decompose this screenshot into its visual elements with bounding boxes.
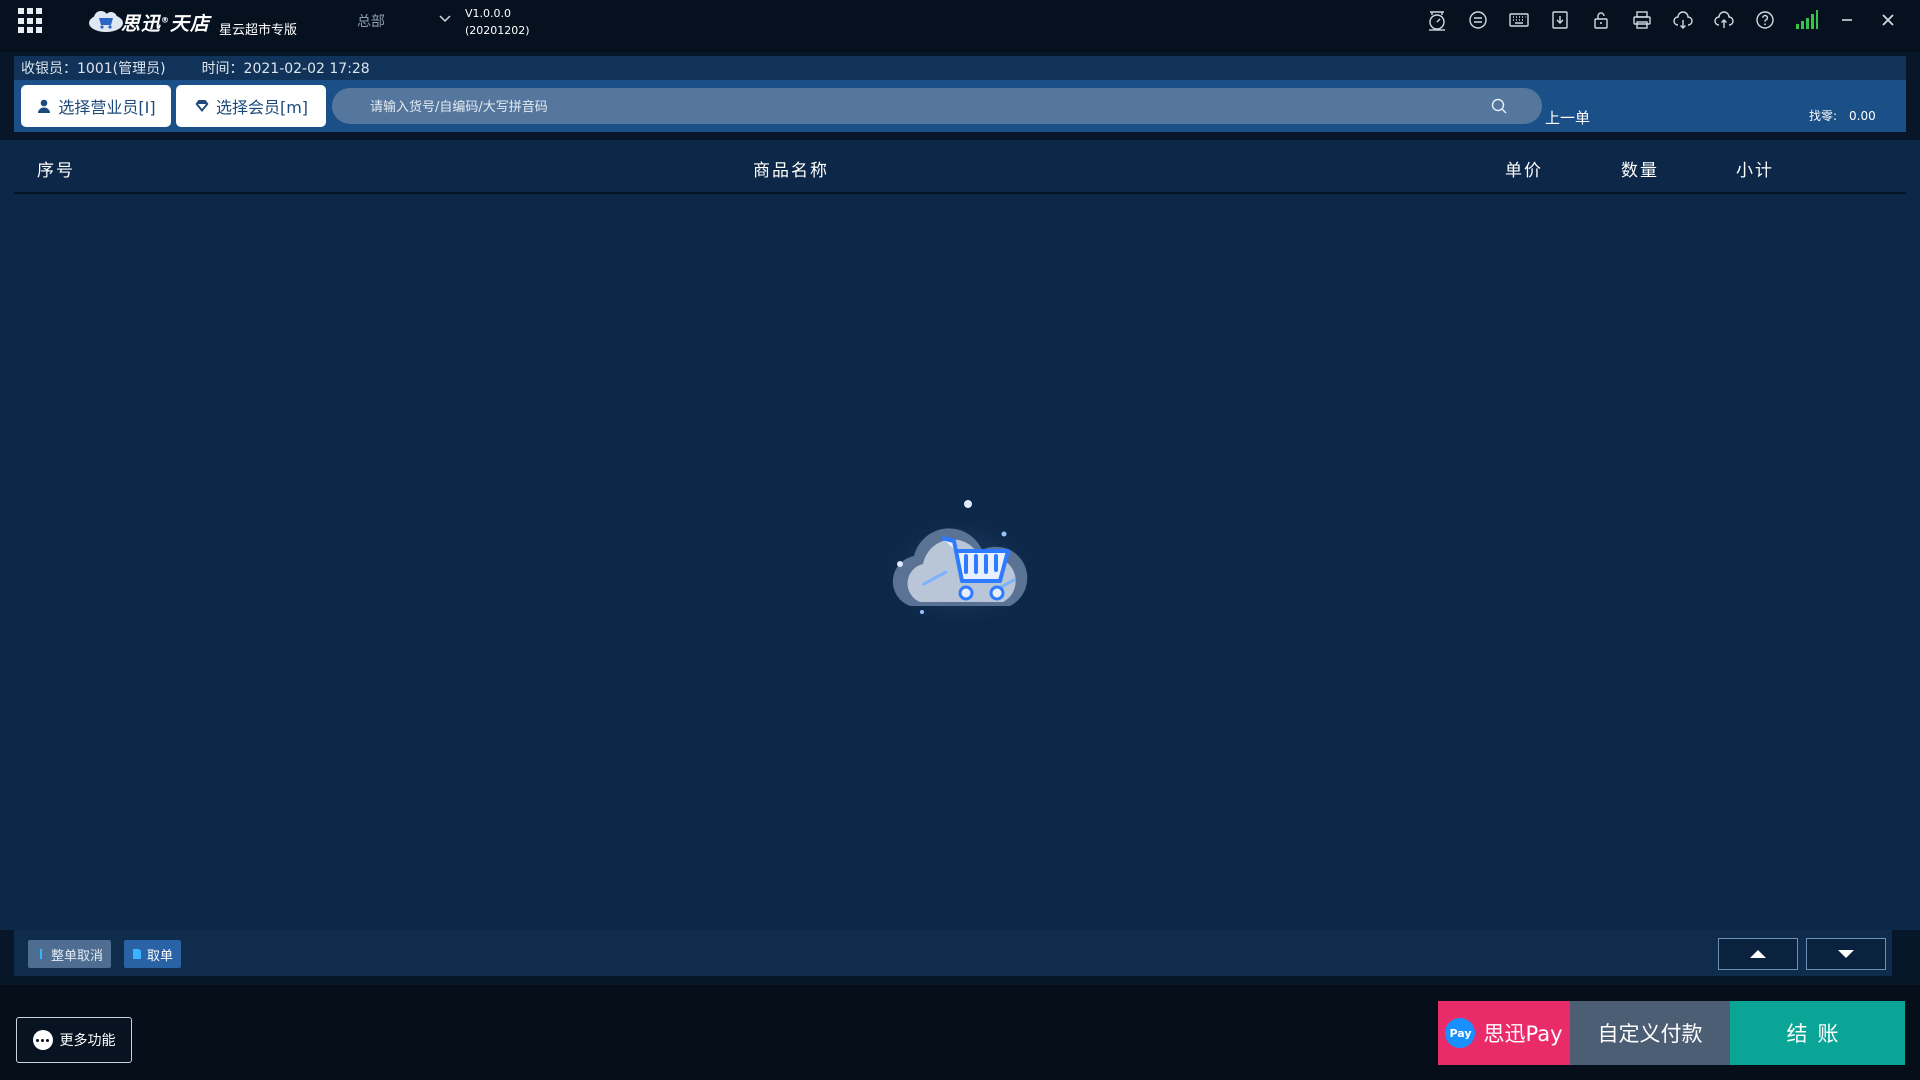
- minimize-icon[interactable]: [1833, 6, 1861, 34]
- apps-menu-icon[interactable]: [18, 8, 44, 34]
- signal-icon: [1792, 6, 1820, 34]
- order-table: 序号 商品名称 单价 数量 小计: [0, 140, 1920, 930]
- change-label: 找零:: [1809, 109, 1838, 123]
- time-label: 时间：2021-02-02 17:28: [201, 61, 370, 77]
- logo-icon: [89, 11, 123, 32]
- take-order-label: 取单: [147, 948, 174, 964]
- user-icon: [38, 99, 51, 113]
- chevron-down-icon[interactable]: [437, 12, 453, 26]
- close-icon[interactable]: [1874, 6, 1902, 34]
- help-icon[interactable]: [1751, 6, 1779, 34]
- footer: 更多功能 Pay 思迅Pay 自定义付款 结账: [0, 985, 1920, 1080]
- cancel-all-button[interactable]: 整单取消: [28, 940, 112, 968]
- sixun-pay-button[interactable]: Pay 思迅Pay: [1438, 1001, 1570, 1065]
- sixun-pay-label: 思迅Pay: [1483, 1022, 1563, 1046]
- printer-icon[interactable]: [1628, 6, 1656, 34]
- cancel-all-label: 整单取消: [51, 948, 104, 964]
- change-value: 0.00: [1849, 109, 1876, 123]
- select-staff-label: 选择营业员[I]: [58, 98, 156, 117]
- more-functions-button[interactable]: 更多功能: [16, 1017, 132, 1063]
- more-dots-icon: [32, 1030, 53, 1050]
- action-bar: 选择营业员[I] 选择会员[m] 上一单 找零: 0.00: [14, 80, 1906, 132]
- scroll-down-button[interactable]: [1806, 938, 1886, 970]
- pay-badge-icon: Pay: [1445, 1018, 1476, 1048]
- more-functions-label: 更多功能: [59, 1033, 116, 1049]
- brand-name: 思迅®天店: [121, 13, 211, 35]
- custom-payment-button[interactable]: 自定义付款: [1570, 1001, 1730, 1065]
- search-icon[interactable]: [1490, 97, 1508, 115]
- select-staff-button[interactable]: 选择营业员[I]: [21, 85, 171, 127]
- column-header-quantity: 数量: [1621, 161, 1659, 181]
- cancel-icon: [40, 949, 42, 959]
- column-header-price: 单价: [1505, 161, 1543, 181]
- version-number: V1.0.0.0: [465, 7, 512, 20]
- cash-drawer-icon[interactable]: [1464, 6, 1492, 34]
- cashier-label: 收银员：1001(管理员): [21, 61, 166, 77]
- version-info: V1.0.0.0 (20201202): [465, 5, 530, 39]
- column-header-name: 商品名称: [753, 161, 829, 181]
- column-header-index: 序号: [37, 161, 75, 181]
- title-bar: 思迅®天店 星云超市专版 总部 V1.0.0.0 (20201202): [0, 0, 1920, 52]
- order-actions-bar: 整单取消 取单: [14, 930, 1892, 976]
- edition-label: 星云超市专版: [219, 23, 298, 38]
- document-icon: [133, 949, 141, 959]
- table-header: 序号 商品名称 单价 数量 小计: [14, 140, 1906, 194]
- cloud-upload-icon[interactable]: [1710, 6, 1738, 34]
- column-header-subtotal: 小计: [1736, 161, 1774, 181]
- product-search: [332, 88, 1542, 126]
- select-member-label: 选择会员[m]: [215, 98, 309, 117]
- product-search-input[interactable]: [368, 88, 1472, 126]
- take-order-button[interactable]: 取单: [124, 940, 182, 968]
- scroll-up-button[interactable]: [1718, 938, 1798, 970]
- version-build: (20201202): [465, 24, 530, 37]
- triangle-up-icon: [1750, 950, 1766, 958]
- checkout-label: 结账: [1786, 1022, 1849, 1046]
- previous-order-button[interactable]: 上一单: [1545, 107, 1590, 128]
- diamond-icon: [195, 100, 209, 112]
- checkout-button[interactable]: 结账: [1730, 1001, 1905, 1065]
- cashier-info-bar: 收银员：1001(管理员) 时间：2021-02-02 17:28: [14, 56, 1906, 80]
- cloud-download-icon[interactable]: [1669, 6, 1697, 34]
- triangle-down-icon: [1838, 950, 1854, 958]
- keyboard-icon[interactable]: [1505, 6, 1533, 34]
- store-selector-label[interactable]: 总部: [357, 11, 385, 31]
- toolbar-icons: [1423, 6, 1902, 34]
- custom-payment-label: 自定义付款: [1597, 1022, 1703, 1046]
- empty-cart-cloud-icon: [882, 500, 1038, 624]
- lock-icon[interactable]: [1587, 6, 1615, 34]
- change-display: 找零: 0.00: [1809, 107, 1876, 124]
- select-member-button[interactable]: 选择会员[m]: [176, 85, 326, 127]
- download-icon[interactable]: [1546, 6, 1574, 34]
- scale-icon[interactable]: [1423, 6, 1451, 34]
